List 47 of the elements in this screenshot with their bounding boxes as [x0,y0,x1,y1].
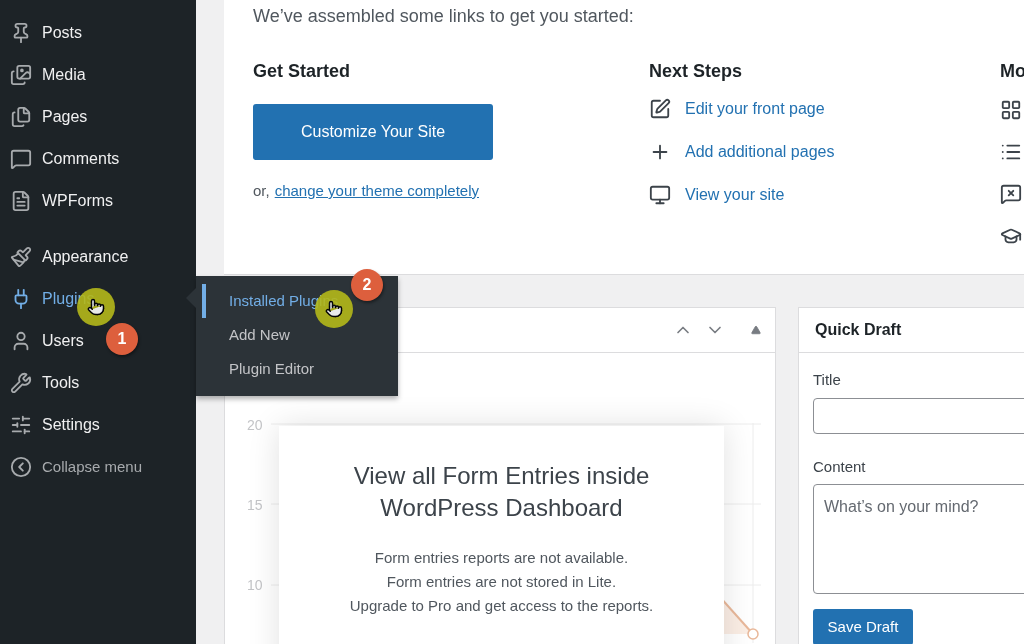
form-icon [10,190,32,212]
overlay-text: Form entries are not stored in Lite. [385,572,618,592]
overlay-text: Upgrade to Pro and get access to the reports. [349,596,654,616]
media-icon [10,64,32,86]
paintbrush-icon [10,246,32,268]
submenu-item[interactable]: Add New [202,318,398,352]
collapse-icon [10,456,32,478]
overlay-text: Form entries reports are not available. [373,548,630,568]
sidebar-item[interactable]: Collapse menu [0,446,147,488]
sidebar-item[interactable]: Appearance [0,236,133,278]
change-theme-link[interactable]: change your theme completely [274,180,479,203]
speech-bubble-icon [10,148,32,170]
wrench-icon [10,372,32,394]
y-axis-tick: 20 [247,416,263,432]
next-step-link[interactable]: Edit your front page [685,97,825,121]
pages-icon [10,106,32,128]
sidebar-item[interactable]: Posts [0,12,86,54]
sidebar-item[interactable]: Tools [0,362,84,404]
column-heading: Next Steps [649,60,744,83]
sidebar-item[interactable]: Comments [0,138,124,180]
field-label: Content [813,456,867,477]
sidebar-item[interactable]: Settings [0,404,104,446]
title-input-field[interactable] [813,397,1024,434]
sidebar-item[interactable]: WPForms [0,180,118,222]
welcome-intro: We’ve assembled some links to get you started: [253,5,635,28]
sidebar-item[interactable]: Users [0,320,88,362]
y-axis-tick: 10 [247,576,263,592]
next-step-link[interactable]: Add additional pages [685,140,835,164]
comment-off-icon [1000,183,1022,205]
widgets-icon [1000,99,1022,121]
column-heading: Get Started [253,60,352,83]
sidebar-item[interactable]: Media [0,54,90,96]
sliders-icon [10,414,32,436]
save-draft-button[interactable]: Save Draft [813,609,913,644]
customize-site-button[interactable]: Customize Your Site [253,104,493,160]
content-input-field[interactable]: What’s on your mind? [813,484,1024,594]
submenu-item[interactable]: Plugin Editor [202,352,398,386]
widget-title: Quick Draft [815,320,902,340]
next-step-link[interactable]: View your site [685,183,785,207]
overlay-title: View all Form Entries inside WordPress Dashboard [352,461,651,523]
sidebar-item[interactable]: Pages [0,96,92,138]
y-axis-tick: 15 [247,496,263,512]
field-label: Title [813,370,842,390]
collapse-triangle-icon[interactable] [751,325,761,335]
edit-icon [649,98,671,120]
monitor-icon [649,184,671,206]
alt-prefix: or, [253,181,270,201]
